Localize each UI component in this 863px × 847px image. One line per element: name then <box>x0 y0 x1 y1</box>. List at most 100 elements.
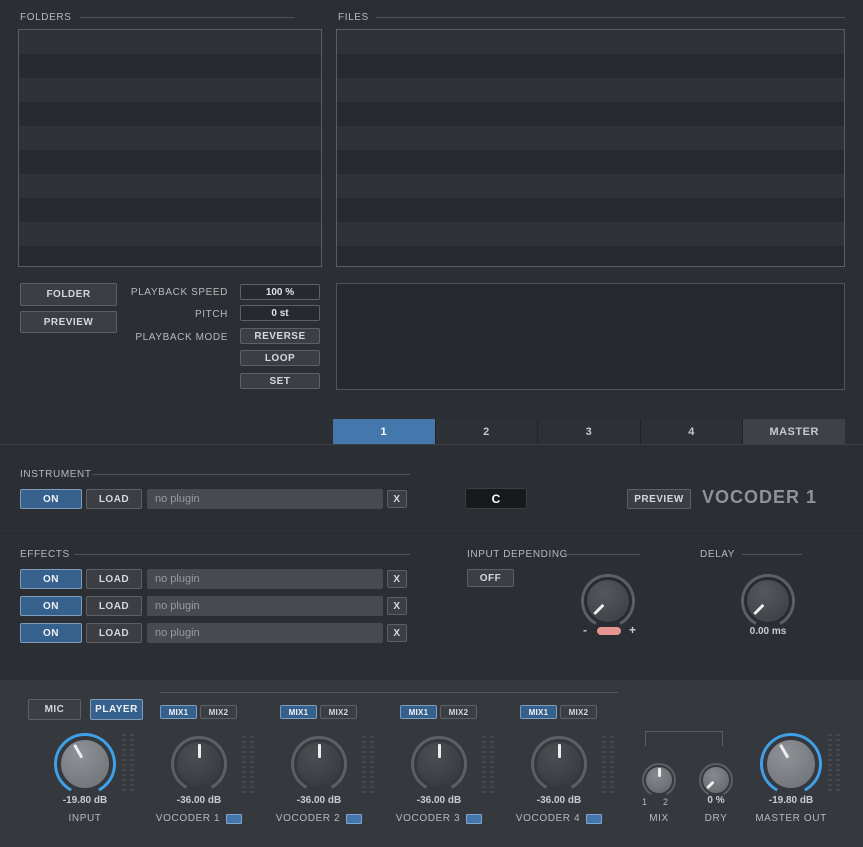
set-button[interactable]: SET <box>240 373 320 389</box>
effect1-load-button[interactable]: LOAD <box>86 569 142 589</box>
master-out-knob[interactable] <box>760 733 822 795</box>
mix-ch2-label: 2 <box>663 797 669 807</box>
page-title: VOCODER 1 <box>702 487 818 507</box>
instrument-preview-button[interactable]: PREVIEW <box>627 489 691 509</box>
channel-label-text: DRY <box>704 813 728 824</box>
channel-label-text: VOCODER 1 <box>155 813 221 824</box>
playback-mode-label: PLAYBACK MODE <box>135 332 228 343</box>
folders-label: FOLDERS <box>20 12 72 23</box>
vocoder4-channel-label: VOCODER 4 <box>499 813 619 824</box>
vocoder2-gain-knob[interactable] <box>291 736 347 792</box>
channel-tabs: 1 2 3 4 MASTER <box>333 419 845 444</box>
vocoder2-led[interactable] <box>346 813 363 824</box>
reverse-button[interactable]: REVERSE <box>240 328 320 344</box>
loop-button[interactable]: LOOP <box>240 350 320 366</box>
tab-master[interactable]: MASTER <box>743 419 845 444</box>
mix-dry-bracket <box>645 731 723 746</box>
files-list[interactable] <box>336 29 845 267</box>
vocoder1-led[interactable] <box>226 813 243 824</box>
knob-pointer <box>531 736 587 792</box>
effect1-clear-button[interactable]: X <box>387 570 407 588</box>
note-selector[interactable]: C <box>465 488 527 509</box>
mixer-rule <box>160 692 618 693</box>
effect3-load-button[interactable]: LOAD <box>86 623 142 643</box>
effect1-plugin-field[interactable]: no plugin <box>147 569 383 589</box>
effect2-plugin-field[interactable]: no plugin <box>147 596 383 616</box>
master-out-label: MASTER OUT <box>731 813 851 824</box>
effect3-plugin-field[interactable]: no plugin <box>147 623 383 643</box>
vocoder2-mix1-button[interactable]: MIX1 <box>280 705 317 719</box>
instrument-on-button[interactable]: ON <box>20 489 82 509</box>
knob-pointer <box>171 736 227 792</box>
input-depending-label: INPUT DEPENDING <box>467 549 569 560</box>
effect2-load-button[interactable]: LOAD <box>86 596 142 616</box>
player-button[interactable]: PLAYER <box>90 699 143 720</box>
pitch-value[interactable]: 0 st <box>240 305 320 321</box>
effect1-on-button[interactable]: ON <box>20 569 82 589</box>
playback-speed-label: PLAYBACK SPEED <box>130 287 228 298</box>
tab-2[interactable]: 2 <box>435 419 539 444</box>
waveform-display[interactable] <box>336 283 845 390</box>
minus-label: - <box>583 623 587 637</box>
channel-label-text: VOCODER 2 <box>275 813 341 824</box>
vocoder1-gain-knob[interactable] <box>171 736 227 792</box>
files-label: FILES <box>338 12 369 23</box>
vocoder4-mix2-button[interactable]: MIX2 <box>560 705 597 719</box>
vocoder4-led[interactable] <box>586 813 603 824</box>
delay-knob[interactable] <box>741 574 795 628</box>
channel-label-text: INPUT <box>68 813 102 824</box>
master-out-value: -19.80 dB <box>768 795 814 806</box>
vocoder2-channel-label: VOCODER 2 <box>259 813 379 824</box>
mic-button[interactable]: MIC <box>28 699 81 720</box>
dry-value: 0 % <box>707 795 725 806</box>
channel-label-text: MASTER OUT <box>755 813 827 824</box>
vocoder3-led[interactable] <box>466 813 483 824</box>
vocoder3-mix1-button[interactable]: MIX1 <box>400 705 437 719</box>
input-vu-meter <box>122 734 134 792</box>
vocoder1-mix2-button[interactable]: MIX2 <box>200 705 237 719</box>
tab-4[interactable]: 4 <box>640 419 744 444</box>
vocoder4-mix1-button[interactable]: MIX1 <box>520 705 557 719</box>
instrument-section-label: INSTRUMENT <box>20 469 92 480</box>
folders-rule <box>80 17 295 18</box>
instrument-load-button[interactable]: LOAD <box>86 489 142 509</box>
vocoder4-gain-knob[interactable] <box>531 736 587 792</box>
input-depending-rule <box>566 554 640 555</box>
knob-pointer <box>642 763 676 797</box>
mix-knob[interactable] <box>642 763 676 797</box>
effect3-on-button[interactable]: ON <box>20 623 82 643</box>
input-depending-off-button[interactable]: OFF <box>467 569 514 587</box>
vocoder3-vu-meter <box>482 736 494 794</box>
playback-speed-value[interactable]: 100 % <box>240 284 320 300</box>
delay-label: DELAY <box>700 549 736 560</box>
input-gain-knob[interactable] <box>54 733 116 795</box>
knob-pointer <box>43 722 128 807</box>
vocoder1-channel-label: VOCODER 1 <box>139 813 259 824</box>
vocoder3-channel-label: VOCODER 3 <box>379 813 499 824</box>
delay-value: 0.00 ms <box>749 626 787 637</box>
vocoder2-mix2-button[interactable]: MIX2 <box>320 705 357 719</box>
master-vu-meter <box>828 734 840 792</box>
knob-pointer <box>749 722 834 807</box>
instrument-clear-button[interactable]: X <box>387 490 407 508</box>
vocoder4-gain-value: -36.00 dB <box>536 795 582 806</box>
vocoder3-mix2-button[interactable]: MIX2 <box>440 705 477 719</box>
instrument-rule <box>92 474 410 475</box>
effect2-on-button[interactable]: ON <box>20 596 82 616</box>
input-depending-slider[interactable] <box>597 627 621 635</box>
vocoder3-gain-knob[interactable] <box>411 736 467 792</box>
dry-knob[interactable] <box>699 763 733 797</box>
instrument-plugin-field[interactable]: no plugin <box>147 489 383 509</box>
tabs-rule <box>0 444 863 445</box>
tab-3[interactable]: 3 <box>538 419 641 444</box>
effect2-clear-button[interactable]: X <box>387 597 407 615</box>
vocoder-plugin-window: FOLDERS FILES FOLDER PREVIEW PLAYBACK SP… <box>0 0 863 847</box>
vocoder3-gain-value: -36.00 dB <box>416 795 462 806</box>
vocoder1-mix1-button[interactable]: MIX1 <box>160 705 197 719</box>
section-divider <box>0 530 863 531</box>
tab-1[interactable]: 1 <box>333 419 436 444</box>
vocoder1-vu-meter <box>242 736 254 794</box>
effect3-clear-button[interactable]: X <box>387 624 407 642</box>
folders-list[interactable] <box>18 29 322 267</box>
input-depending-knob[interactable] <box>581 574 635 628</box>
